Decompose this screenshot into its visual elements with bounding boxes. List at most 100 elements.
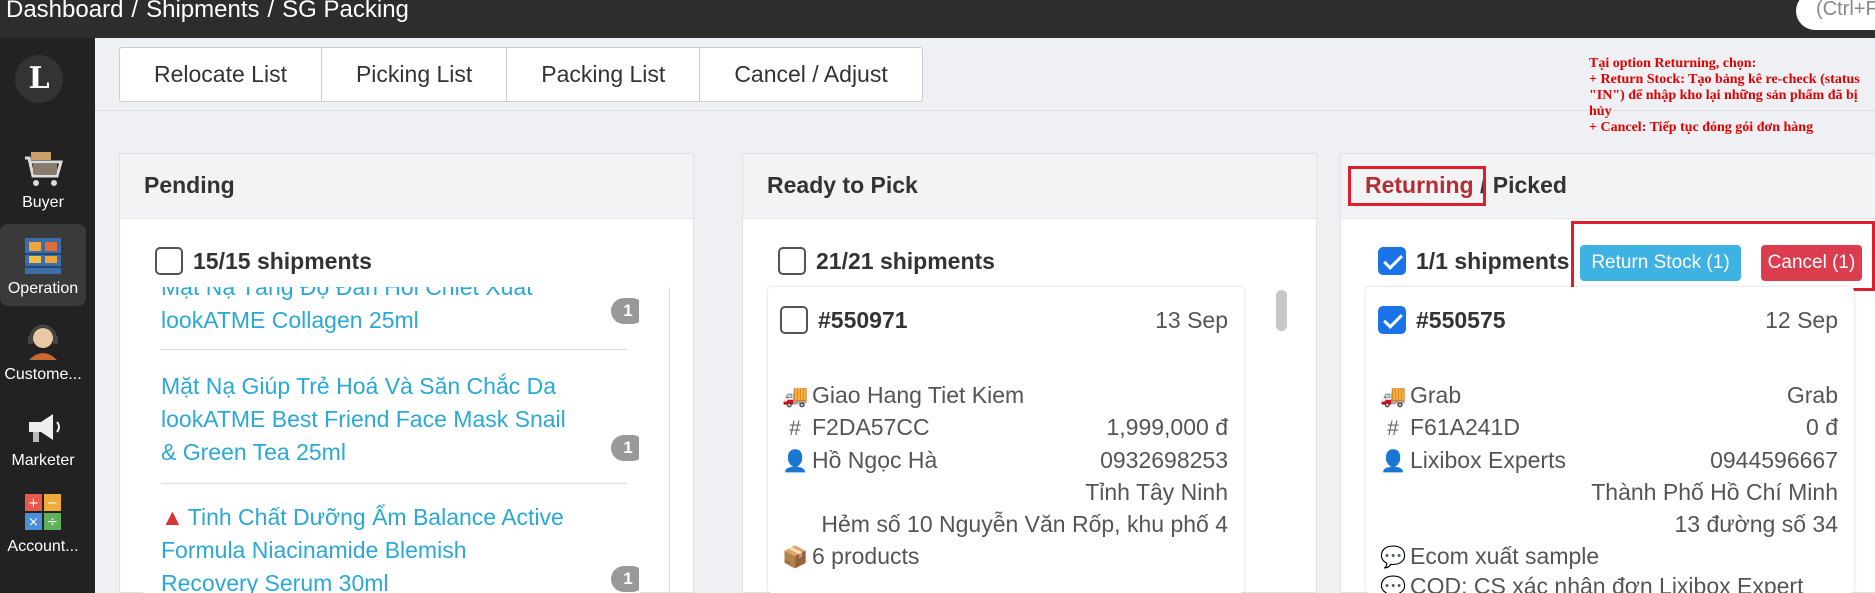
top-bar: Dashboard / Shipments / SG Packing (Ctrl+F) — [0, 0, 1875, 38]
search-shortcut[interactable]: (Ctrl+F) — [1796, 0, 1875, 30]
order-checkbox[interactable] — [780, 305, 808, 334]
customer-phone: 0944596667 — [1710, 447, 1838, 473]
order-amount: 0 đ — [1806, 414, 1838, 440]
pending-column-title: Pending — [120, 154, 693, 219]
select-all-checkbox[interactable] — [778, 246, 806, 275]
breadcrumb-dashboard[interactable]: Dashboard — [6, 0, 123, 23]
order-card[interactable]: #550575 12 Sep 🚚 Grab Grab # F61A241D 0 đ 👤 L… — [1366, 287, 1854, 593]
breadcrumb-sg-packing: SG Packing — [282, 0, 409, 23]
sidebar-item-operation[interactable]: Operation — [0, 224, 86, 306]
select-all-checkbox[interactable] — [155, 246, 183, 275]
annotation-line: Tại option Returning, chọn: — [1589, 56, 1757, 71]
products-row: 📦 6 products — [782, 543, 1228, 570]
annotation-line: + Cancel: Tiếp tục đóng gói đơn hàng — [1589, 120, 1814, 135]
product-name[interactable]: Mặt Nạ Giúp Trẻ Hoá Và Săn Chắc Da lookA… — [161, 373, 566, 465]
order-number[interactable]: #550575 — [1416, 307, 1506, 333]
shelves-icon — [21, 236, 65, 276]
list-item[interactable]: Mặt Nạ Giúp Trẻ Hoá Và Săn Chắc Da lookA… — [161, 364, 639, 484]
logo[interactable]: L — [15, 55, 63, 103]
breadcrumb-separator: / — [267, 0, 275, 23]
province: Tỉnh Tây Ninh — [1085, 479, 1228, 505]
svg-text:×: × — [28, 515, 39, 530]
order-code: F61A241D — [1410, 414, 1520, 440]
tab-picking-list[interactable]: Picking List — [322, 48, 508, 101]
ready-select-all: 21/21 shipments — [778, 246, 995, 275]
order-date: 13 Sep — [1155, 307, 1228, 333]
code-row: # F2DA57CC 1,999,000 đ — [782, 414, 1228, 441]
sidebar: L Buyer Operation Custome... Marketer + −… — [0, 38, 95, 593]
user-icon: 👤 — [1380, 450, 1407, 473]
user-icon: 👤 — [782, 450, 809, 473]
order-checkbox[interactable] — [1378, 305, 1406, 334]
sidebar-label: Buyer — [22, 194, 64, 211]
breadcrumb-shipments[interactable]: Shipments — [146, 0, 259, 23]
sidebar-label: Marketer — [11, 452, 75, 469]
sidebar-label: Account... — [7, 538, 79, 555]
product-name[interactable]: Mặt Nạ Tăng Độ Đàn Hồi Chiết Xuất lookAT… — [161, 287, 533, 333]
city: Thành Phố Hồ Chí Minh — [1591, 479, 1838, 505]
highlight-box — [1571, 221, 1875, 291]
tab-packing-list[interactable]: Packing List — [507, 48, 701, 101]
warning-icon: ▲ — [161, 504, 184, 530]
annotation-line: + Return Stock: Tạo bảng kê re-check (st… — [1589, 72, 1860, 119]
select-all-checkbox[interactable] — [1378, 246, 1406, 275]
order-id: #550971 — [780, 305, 908, 334]
product-count: 6 products — [812, 543, 920, 569]
sidebar-item-customer[interactable]: Custome... — [0, 310, 86, 392]
pending-product-list[interactable]: Mặt Nạ Tăng Độ Đàn Hồi Chiết Xuất lookAT… — [143, 287, 639, 593]
sidebar-item-accounting[interactable]: + − × ÷ Account... — [0, 482, 86, 564]
tab-cancel-adjust[interactable]: Cancel / Adjust — [700, 48, 921, 101]
customer-row: 👤 Hồ Ngọc Hà 0932698253 — [782, 447, 1228, 474]
annotation-note: Tại option Returning, chọn: + Return Sto… — [1589, 56, 1875, 136]
order-card[interactable]: #550971 13 Sep 🚚 Giao Hang Tiet Kiem # F2D… — [768, 287, 1244, 593]
quantity-badge: 1 — [611, 298, 639, 324]
list-item[interactable]: ▲ Tinh Chất Dưỡng Ẩm Balance Active Formu… — [161, 495, 639, 593]
carrier-name: Giao Hang Tiet Kiem — [812, 382, 1025, 408]
order-date: 12 Sep — [1765, 307, 1838, 333]
comment-icon: 💬 — [1380, 576, 1407, 593]
customer-row: 👤 Lixibox Experts 0944596667 — [1380, 447, 1838, 474]
scrollbar-thumb[interactable] — [1276, 290, 1287, 331]
sidebar-item-buyer[interactable]: Buyer — [0, 138, 86, 220]
returning-count: 1/1 shipments — [1416, 248, 1570, 274]
sidebar-label: Operation — [7, 280, 79, 297]
list-item[interactable]: Mặt Nạ Tăng Độ Đàn Hồi Chiết Xuất lookAT… — [161, 287, 639, 350]
carrier-name: Grab — [1410, 382, 1462, 408]
customer-name: Lixibox Experts — [1410, 447, 1566, 473]
street: 13 đường số 34 — [1674, 511, 1838, 537]
quantity-badge: 1 — [611, 566, 639, 592]
order-amount: 1,999,000 đ — [1106, 414, 1228, 440]
comment-icon: 💬 — [1380, 546, 1407, 569]
address: Hẻm số 10 Nguyễn Văn Rốp, khu phố 4 — [821, 511, 1228, 537]
picked-option[interactable]: / Picked — [1480, 172, 1567, 198]
note-row: 💬 Ecom xuất sample — [1380, 543, 1838, 570]
breadcrumb-separator: / — [131, 0, 139, 23]
carrier-row: 🚚 Giao Hang Tiet Kiem — [782, 382, 1228, 409]
svg-text:+: + — [28, 496, 39, 511]
returning-select-all: 1/1 shipments — [1378, 246, 1570, 275]
tab-bar: Relocate List Picking List Packing List … — [119, 47, 923, 102]
tab-relocate-list[interactable]: Relocate List — [120, 48, 322, 101]
product-name[interactable]: Tinh Chất Dưỡng Ẩm Balance Active Formul… — [161, 504, 564, 593]
order-id: #550575 — [1378, 305, 1506, 334]
sidebar-label: Custome... — [4, 366, 82, 383]
order-code: F2DA57CC — [812, 414, 930, 440]
svg-text:÷: ÷ — [47, 515, 58, 530]
quantity-badge: 1 — [611, 435, 639, 461]
pending-select-all: 15/15 shipments — [155, 246, 372, 275]
note-row: 💬 COD: CS xác nhận đơn Lixibox Expert — [1380, 573, 1838, 593]
customer-name: Hồ Ngọc Hà — [812, 447, 938, 473]
truck-icon: 🚚 — [1380, 385, 1407, 408]
order-note: COD: CS xác nhận đơn Lixibox Expert — [1410, 573, 1804, 593]
cart-icon — [21, 150, 65, 190]
order-number[interactable]: #550971 — [818, 307, 908, 333]
breadcrumb: Dashboard / Shipments / SG Packing — [6, 0, 409, 24]
hash-icon: # — [789, 417, 801, 440]
hash-icon: # — [1387, 417, 1399, 440]
carrier-row: 🚚 Grab Grab — [1380, 382, 1838, 409]
ready-count: 21/21 shipments — [816, 248, 995, 274]
sidebar-item-marketer[interactable]: Marketer — [0, 396, 86, 478]
boxes-icon: 📦 — [782, 546, 809, 569]
scroll-track — [669, 287, 670, 593]
order-note: Ecom xuất sample — [1410, 543, 1600, 569]
